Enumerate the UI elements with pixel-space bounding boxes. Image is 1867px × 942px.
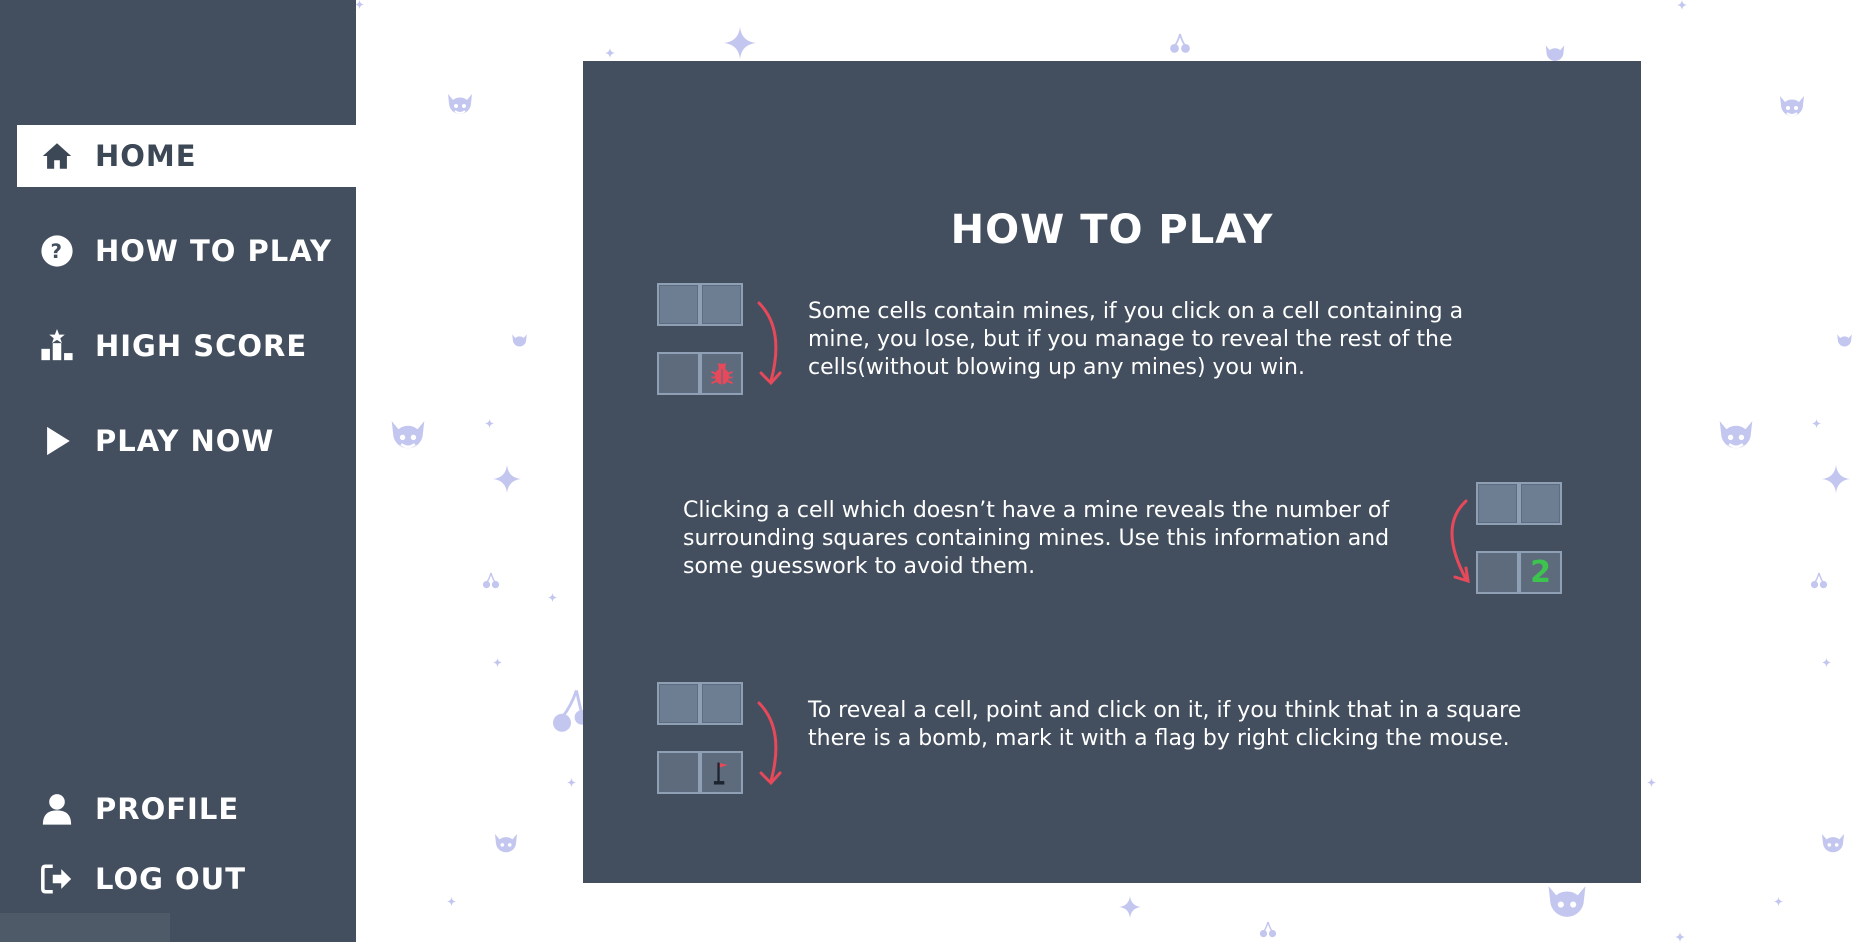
devil-icon [1717, 418, 1755, 454]
sparkle-icon [493, 464, 521, 494]
sparkle-icon [1812, 419, 1821, 428]
devil-icon [389, 418, 427, 454]
sparkle-icon [1774, 897, 1783, 906]
sidebar-item-label: HOME [95, 139, 197, 173]
logout-icon [39, 861, 75, 897]
cherry-icon [1810, 572, 1828, 590]
devil-icon [1820, 832, 1846, 856]
svg-text:?: ? [51, 240, 64, 263]
sparkle-icon [567, 778, 576, 787]
sidebar-item-high-score[interactable]: HIGH SCORE [17, 315, 356, 377]
arrow-icon [757, 301, 782, 386]
sparkle-icon [493, 658, 502, 667]
cell-flag [700, 751, 743, 794]
arrow-icon [1450, 499, 1470, 584]
devil-icon [446, 92, 474, 118]
sidebar-item-play-now[interactable]: PLAY NOW [17, 410, 356, 472]
sparkle-icon [1647, 778, 1656, 787]
cell-hidden [700, 283, 743, 326]
arrow-icon [757, 701, 782, 786]
devil-icon [493, 832, 519, 856]
sidebar-item-home[interactable]: HOME [17, 125, 356, 187]
sparkle-icon [1822, 658, 1831, 667]
play-icon [39, 423, 75, 459]
rule-text-2: Clicking a cell which doesn’t have a min… [683, 498, 1390, 579]
cell-hidden [700, 682, 743, 725]
cell-hidden [657, 751, 700, 794]
sidebar-item-label: HIGH SCORE [95, 329, 308, 363]
sparkle-icon [1671, 932, 1689, 942]
rule-text-3: To reveal a cell, point and click on it,… [808, 698, 1522, 751]
cell-hidden [1476, 551, 1519, 594]
devil-icon [1836, 333, 1853, 349]
home-icon [39, 138, 75, 174]
cherry-icon [1259, 921, 1277, 939]
sidebar-item-label: HOW TO PLAY [95, 234, 332, 268]
how-to-play-card: HOW TO PLAY Some cells contain mines, if… [583, 61, 1641, 883]
cell-hidden [657, 283, 700, 326]
sparkle-icon [447, 897, 456, 906]
devil-icon [511, 333, 528, 349]
sidebar-item-label: PROFILE [95, 792, 240, 826]
mine-count: 2 [1530, 555, 1551, 590]
sparkle-icon [1673, 0, 1691, 10]
cell-hidden [1476, 482, 1519, 525]
sidebar-item-how-to-play[interactable]: ? HOW TO PLAY [17, 220, 356, 282]
sparkle-icon [724, 26, 756, 60]
devil-icon [1778, 94, 1806, 120]
sparkle-icon [1822, 464, 1850, 494]
rule-text-1: Some cells contain mines, if you click o… [808, 299, 1464, 380]
cherry-icon [1169, 33, 1191, 55]
horizontal-scrollbar[interactable] [0, 913, 170, 942]
sidebar-item-log-out[interactable]: LOG OUT [17, 848, 356, 910]
cell-hidden [657, 682, 700, 725]
sidebar-item-label: PLAY NOW [95, 424, 275, 458]
podium-icon [39, 328, 75, 364]
sparkle-icon [485, 419, 494, 428]
flag-icon [713, 762, 728, 785]
sidebar: HOME ? HOW TO PLAY HIGH SCORE PLAY NOW P… [0, 0, 356, 942]
page-title: HOW TO PLAY [950, 207, 1274, 253]
cell-hidden [1519, 482, 1562, 525]
user-icon [39, 791, 75, 827]
cell-hidden [657, 352, 700, 395]
sparkle-icon [605, 48, 615, 58]
devil-icon [1544, 883, 1590, 923]
cell-mine [700, 352, 743, 395]
sidebar-item-label: LOG OUT [95, 862, 246, 896]
cell-number: 2 [1519, 551, 1562, 594]
question-circle-icon: ? [39, 233, 75, 269]
cherry-icon [482, 572, 500, 590]
sparkle-icon [548, 593, 557, 602]
sparkle-icon [355, 0, 364, 9]
bug-icon [710, 362, 733, 384]
sparkle-icon [1119, 896, 1141, 918]
sidebar-item-profile[interactable]: PROFILE [17, 778, 356, 840]
